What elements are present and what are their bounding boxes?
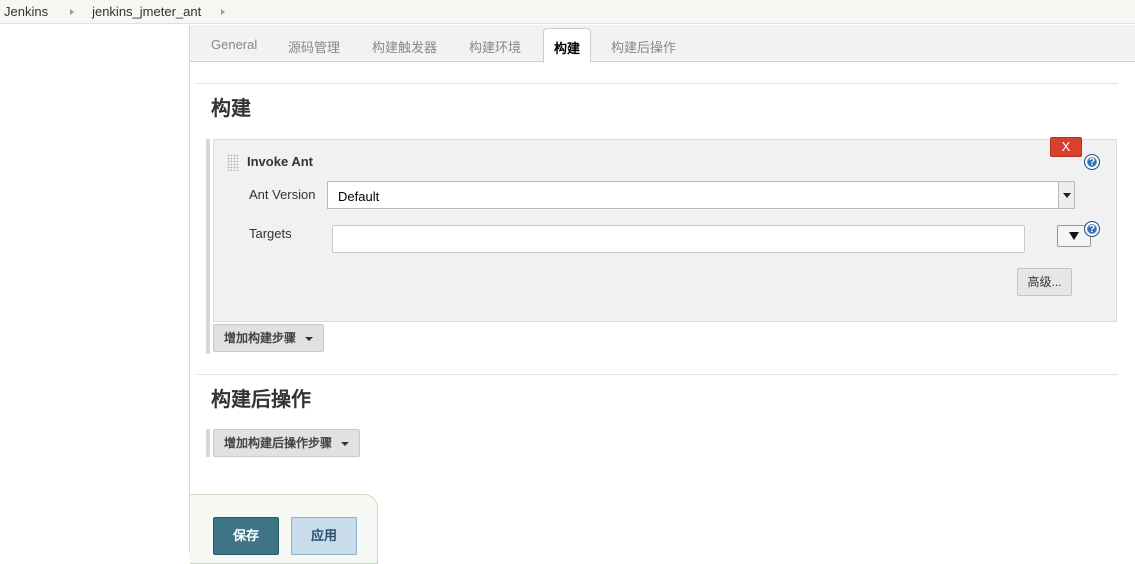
divider — [196, 374, 1118, 375]
add-post-build-step-button[interactable]: 增加构建后操作步骤 — [213, 429, 361, 457]
tab-post-build[interactable]: 构建后操作 — [611, 37, 676, 56]
tab-build-environment[interactable]: 构建环境 — [469, 37, 521, 56]
tab-bar: General 源码管理 构建触发器 构建环境 构建 构建后操作 — [190, 25, 1135, 63]
targets-label: Targets — [249, 226, 292, 241]
step-title: Invoke Ant — [247, 154, 313, 169]
delete-step-button[interactable]: X — [1050, 137, 1082, 157]
breadcrumb: Jenkins jenkins_jmeter_ant — [0, 0, 1135, 24]
chevron-down-icon[interactable] — [1058, 182, 1074, 208]
chevron-right-icon[interactable] — [70, 8, 75, 15]
build-step-invoke-ant: Invoke Ant X ? Ant Version Default Targe… — [206, 137, 1118, 354]
ant-version-label: Ant Version — [249, 187, 316, 202]
breadcrumb-job[interactable]: jenkins_jmeter_ant — [92, 4, 201, 19]
post-build-section-title: 构建后操作 — [211, 389, 311, 411]
help-icon[interactable]: ? — [1084, 221, 1100, 237]
chevron-right-icon[interactable] — [221, 8, 226, 15]
tab-build[interactable]: 构建 — [543, 28, 592, 63]
bottom-sticker: 保存 应用 — [190, 494, 378, 564]
build-step-box: Invoke Ant X ? Ant Version Default Targe… — [213, 137, 1117, 322]
step-indent-bar — [206, 139, 210, 354]
tab-general[interactable]: General — [211, 37, 257, 52]
step-indent-bar — [206, 429, 210, 457]
tab-build-triggers[interactable]: 构建触发器 — [372, 37, 437, 56]
targets-input[interactable] — [332, 225, 1025, 253]
apply-button[interactable]: 应用 — [291, 517, 357, 555]
add-post-build-step-label: 增加构建后操作步骤 — [224, 436, 333, 450]
build-section-title: 构建 — [211, 98, 251, 120]
caret-down-icon — [305, 336, 314, 341]
drag-handle-icon[interactable] — [227, 154, 239, 171]
help-icon[interactable]: ? — [1084, 154, 1100, 170]
config-panel: General 源码管理 构建触发器 构建环境 构建 构建后操作 构建 Invo… — [189, 25, 1135, 564]
advanced-button[interactable]: 高级... — [1017, 268, 1072, 296]
sidebar — [0, 25, 189, 553]
ant-version-select[interactable]: Default — [327, 181, 1075, 209]
add-build-step-label: 增加构建步骤 — [224, 331, 297, 345]
caret-down-icon — [341, 441, 350, 446]
breadcrumb-jenkins[interactable]: Jenkins — [4, 4, 48, 19]
add-build-step-button[interactable]: 增加构建步骤 — [213, 324, 325, 352]
tab-source-control[interactable]: 源码管理 — [288, 37, 340, 56]
ant-version-value: Default — [338, 189, 380, 204]
save-button[interactable]: 保存 — [213, 517, 279, 555]
divider — [196, 83, 1118, 84]
